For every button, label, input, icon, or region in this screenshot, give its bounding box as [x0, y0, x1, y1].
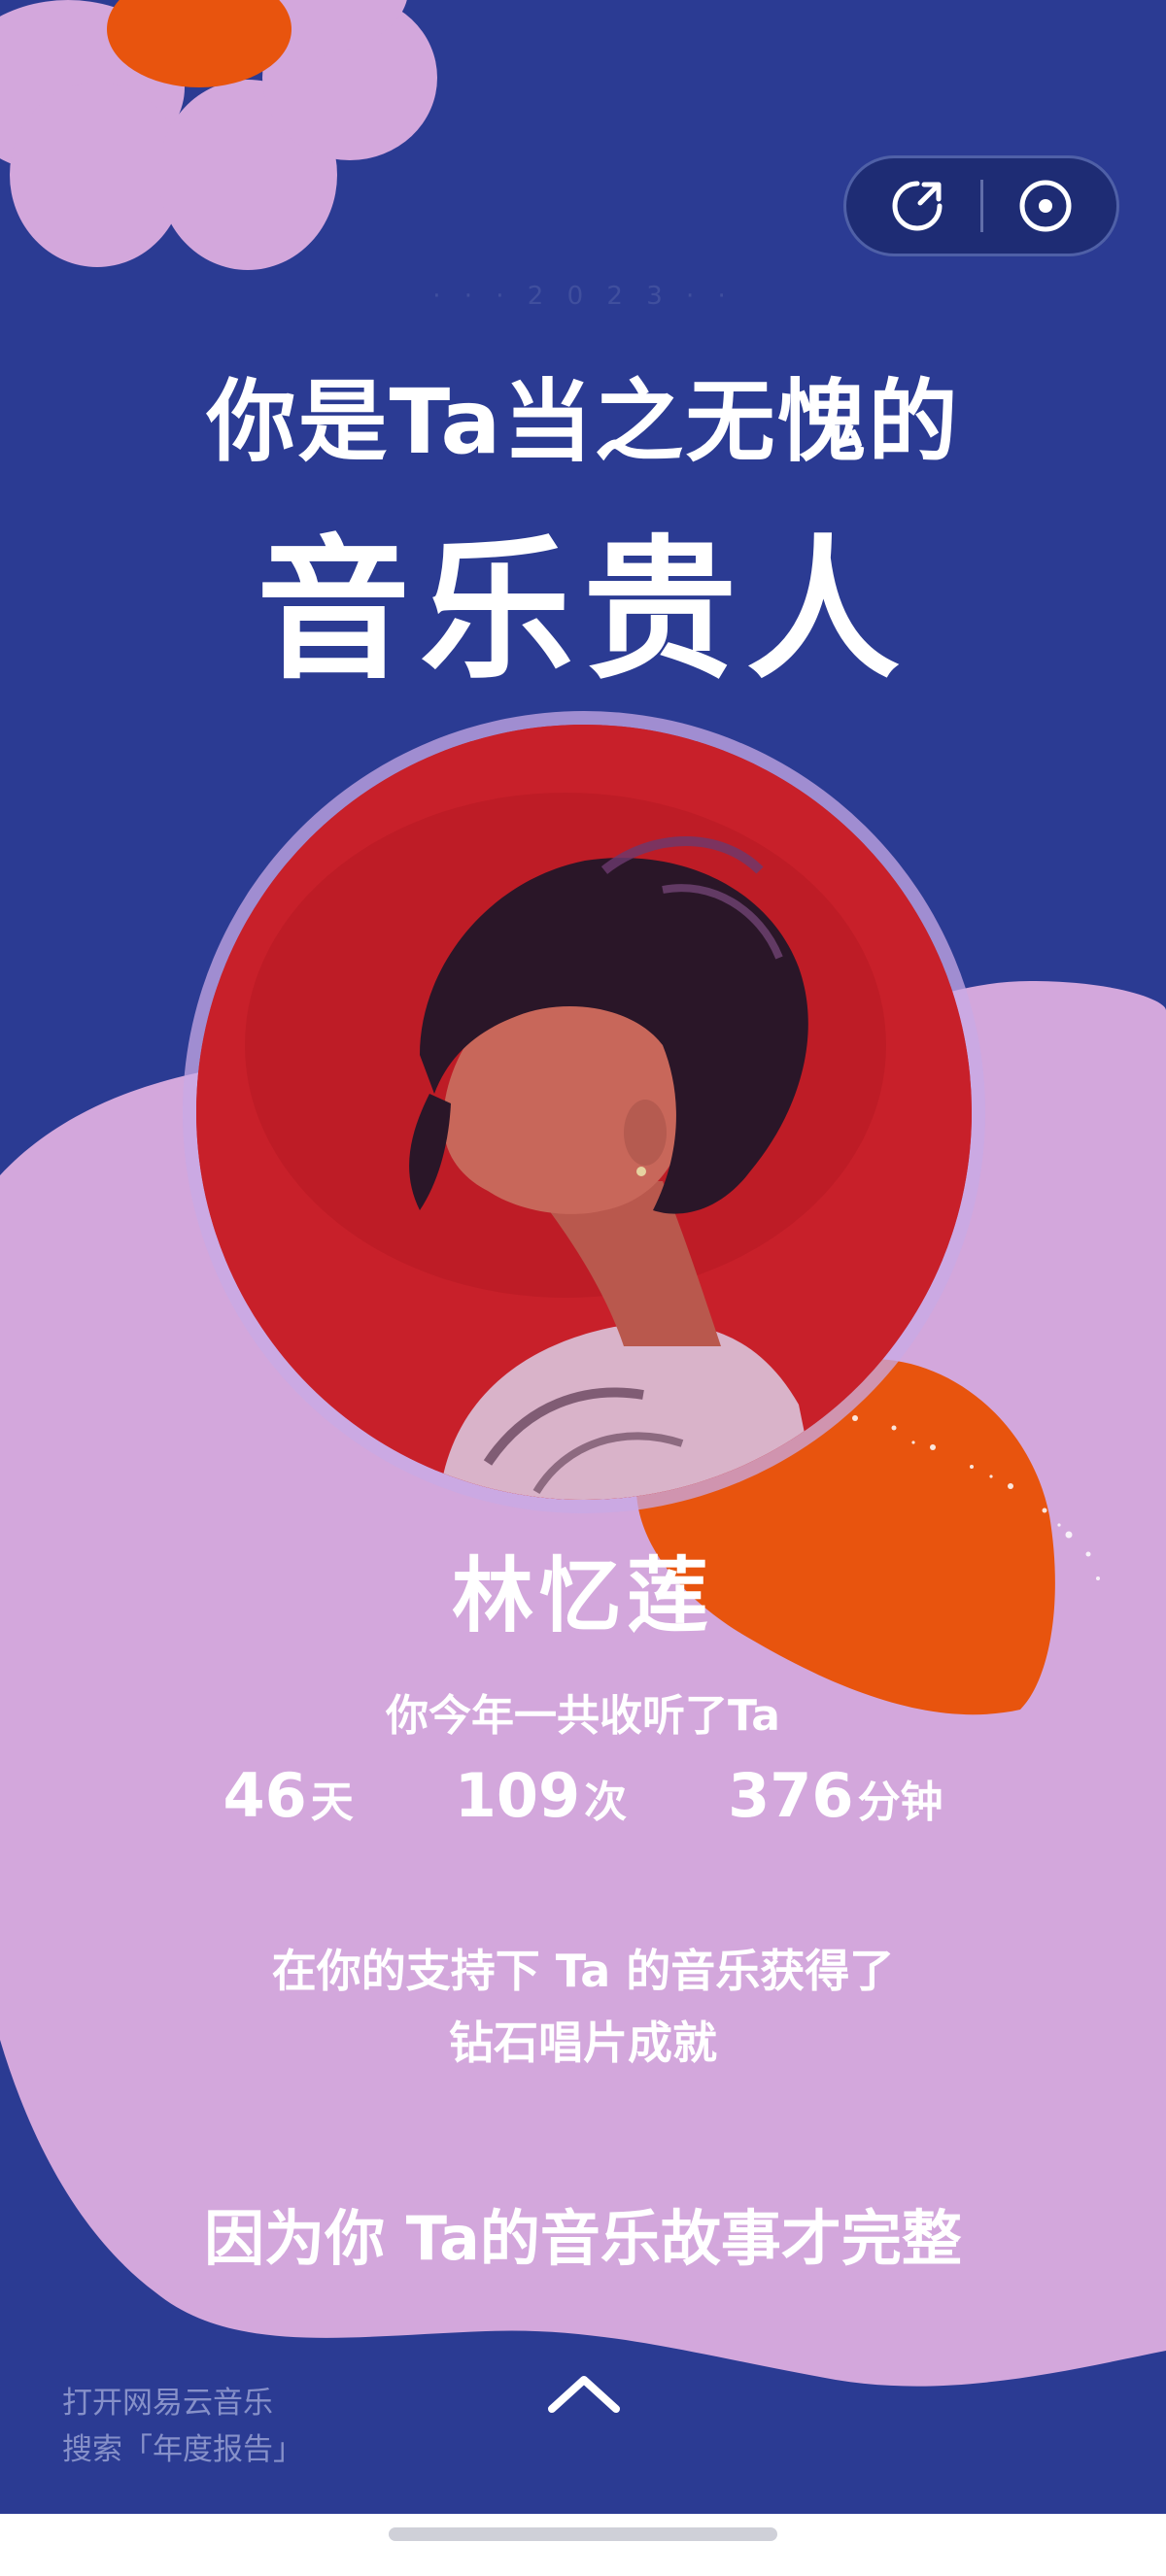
share-button[interactable] — [883, 172, 951, 240]
headline-line1: 你是Ta当之无愧的 — [206, 370, 960, 474]
listen-stats: 46 天 109 次 376 分钟 — [0, 1760, 1166, 1831]
bottom-safe-area — [0, 2514, 1166, 2576]
stat-days-unit: 天 — [310, 1778, 354, 1827]
pill-divider — [979, 180, 983, 232]
closing-line: 因为你 Ta的音乐故事才完整 — [204, 2203, 962, 2274]
artist-name: 林忆莲 — [451, 1548, 714, 1644]
achievement-line2: 钻石唱片成就 — [449, 2017, 717, 2069]
chevron-up-icon — [548, 2376, 620, 2413]
stat-plays: 109 次 — [455, 1760, 627, 1831]
listen-summary-label: 你今年一共收听了Ta — [385, 1691, 781, 1741]
top-controls — [843, 155, 1119, 256]
artist-photo-frame — [183, 711, 985, 1513]
stat-days-value: 46 — [223, 1760, 307, 1831]
headline-line2: 音乐贵人 — [257, 522, 909, 700]
stat-minutes-unit: 分钟 — [857, 1778, 943, 1827]
home-indicator[interactable] — [389, 2527, 777, 2541]
stat-plays-value: 109 — [454, 1760, 581, 1831]
record-disc-icon — [1019, 180, 1072, 232]
stat-plays-unit: 次 — [584, 1778, 628, 1827]
achievement-text: 在你的支持下 Ta 的音乐获得了 钻石唱片成就 — [0, 1935, 1166, 2079]
hint-line2: 搜索「年度报告」 — [62, 2432, 303, 2467]
hint-line1: 打开网易云音乐 — [62, 2386, 273, 2421]
achievement-line1: 在你的支持下 Ta 的音乐获得了 — [271, 1945, 895, 1997]
share-arrow-icon — [892, 181, 943, 231]
artist-photo — [196, 725, 972, 1500]
stat-minutes-value: 376 — [728, 1760, 854, 1831]
bottom-hint: 打开网易云音乐 搜索「年度报告」 — [62, 2380, 303, 2473]
stat-minutes: 376 分钟 — [728, 1760, 943, 1831]
stat-days: 46 天 — [223, 1760, 353, 1831]
faint-header: · · · 2 0 2 3 · · — [432, 282, 734, 311]
record-button[interactable] — [1012, 172, 1080, 240]
swipe-up-button[interactable] — [544, 2370, 624, 2419]
